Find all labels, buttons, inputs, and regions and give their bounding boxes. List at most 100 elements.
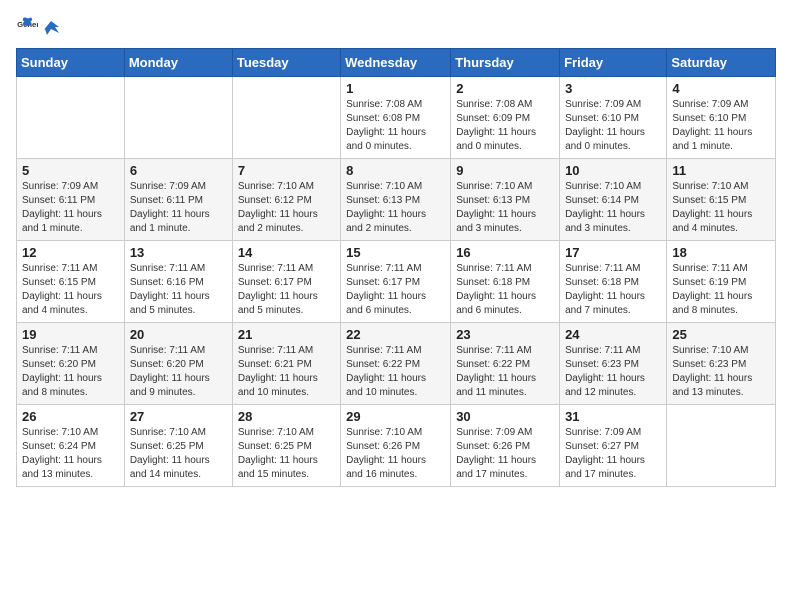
calendar-cell: 15 Sunrise: 7:11 AM Sunset: 6:17 PM Dayli… [341,241,451,323]
day-info: Sunrise: 7:09 AM Sunset: 6:11 PM Dayligh… [130,180,227,236]
calendar-cell: 3 Sunrise: 7:09 AM Sunset: 6:10 PM Daylig… [560,77,667,159]
day-number: 18 [672,245,770,260]
day-info: Sunrise: 7:11 AM Sunset: 6:15 PM Dayligh… [22,262,119,318]
day-number: 20 [130,327,227,342]
calendar-cell: 12 Sunrise: 7:11 AM Sunset: 6:15 PM Dayli… [17,241,125,323]
day-number: 21 [238,327,335,342]
day-number: 24 [565,327,661,342]
calendar-cell: 31 Sunrise: 7:09 AM Sunset: 6:27 PM Dayli… [560,405,667,487]
header-sunday: Sunday [17,49,125,77]
day-number: 22 [346,327,445,342]
calendar-cell: 29Sunrise: 7:10 AM Sunset: 6:26 PM Dayli… [341,405,451,487]
calendar-cell: 5 Sunrise: 7:09 AM Sunset: 6:11 PM Daylig… [17,159,125,241]
calendar-cell: 28 Sunrise: 7:10 AM Sunset: 6:25 PM Dayli… [232,405,340,487]
day-info: Sunrise: 7:11 AM Sunset: 6:17 PM Dayligh… [238,262,335,318]
day-number: 26 [22,409,119,424]
calendar-cell: 8 Sunrise: 7:10 AM Sunset: 6:13 PM Daylig… [341,159,451,241]
header-thursday: Thursday [451,49,560,77]
logo-icon: General [16,16,38,38]
day-info: Sunrise: 7:10 AM Sunset: 6:14 PM Dayligh… [565,180,661,236]
calendar-cell [232,77,340,159]
day-info: Sunrise: 7:11 AM Sunset: 6:18 PM Dayligh… [565,262,661,318]
day-info: Sunrise: 7:10 AM Sunset: 6:15 PM Dayligh… [672,180,770,236]
calendar-week-row: 5 Sunrise: 7:09 AM Sunset: 6:11 PM Daylig… [17,159,776,241]
calendar-cell: 25 Sunrise: 7:10 AM Sunset: 6:23 PM Dayli… [667,323,776,405]
header-tuesday: Tuesday [232,49,340,77]
day-number: 6 [130,163,227,178]
day-number: 31 [565,409,661,424]
day-number: 28 [238,409,335,424]
day-number: 9 [456,163,554,178]
day-info: Sunrise: 7:09 AM Sunset: 6:27 PM Dayligh… [565,426,661,482]
calendar-cell: 4 Sunrise: 7:09 AM Sunset: 6:10 PM Daylig… [667,77,776,159]
day-number: 2 [456,81,554,96]
logo-text [40,19,62,39]
calendar-cell: 17 Sunrise: 7:11 AM Sunset: 6:18 PM Dayli… [560,241,667,323]
day-info: Sunrise: 7:10 AM Sunset: 6:25 PM Dayligh… [130,426,227,482]
day-number: 17 [565,245,661,260]
day-info: Sunrise: 7:11 AM Sunset: 6:16 PM Dayligh… [130,262,227,318]
day-info: Sunrise: 7:09 AM Sunset: 6:11 PM Dayligh… [22,180,119,236]
day-info: Sunrise: 7:11 AM Sunset: 6:20 PM Dayligh… [130,344,227,400]
weekday-header-row: Sunday Monday Tuesday Wednesday Thursday… [17,49,776,77]
day-info: Sunrise: 7:11 AM Sunset: 6:17 PM Dayligh… [346,262,445,318]
day-info: Sunrise: 7:10 AM Sunset: 6:13 PM Dayligh… [346,180,445,236]
logo-bird-icon [41,19,61,39]
calendar-cell: 26 Sunrise: 7:10 AM Sunset: 6:24 PM Dayli… [17,405,125,487]
day-info: Sunrise: 7:10 AM Sunset: 6:25 PM Dayligh… [238,426,335,482]
calendar-cell: 7 Sunrise: 7:10 AM Sunset: 6:12 PM Daylig… [232,159,340,241]
header-saturday: Saturday [667,49,776,77]
calendar-week-row: 12 Sunrise: 7:11 AM Sunset: 6:15 PM Dayli… [17,241,776,323]
day-number: 10 [565,163,661,178]
day-info: Sunrise: 7:10 AM Sunset: 6:24 PM Dayligh… [22,426,119,482]
calendar-cell: 30 Sunrise: 7:09 AM Sunset: 6:26 PM Dayli… [451,405,560,487]
day-info: Sunrise: 7:10 AM Sunset: 6:23 PM Dayligh… [672,344,770,400]
day-number: 12 [22,245,119,260]
calendar-cell [667,405,776,487]
calendar-cell: 10 Sunrise: 7:10 AM Sunset: 6:14 PM Dayli… [560,159,667,241]
day-number: 23 [456,327,554,342]
logo: General [16,16,62,38]
day-number: 27 [130,409,227,424]
day-info: Sunrise: 7:09 AM Sunset: 6:10 PM Dayligh… [672,98,770,154]
calendar-cell [17,77,125,159]
day-number: 7 [238,163,335,178]
calendar-cell: 22 Sunrise: 7:11 AM Sunset: 6:22 PM Dayli… [341,323,451,405]
day-number: 3 [565,81,661,96]
day-number: 19 [22,327,119,342]
day-number: 8 [346,163,445,178]
calendar-cell: 6 Sunrise: 7:09 AM Sunset: 6:11 PM Daylig… [124,159,232,241]
calendar-cell: 20 Sunrise: 7:11 AM Sunset: 6:20 PM Dayli… [124,323,232,405]
day-number: 15 [346,245,445,260]
day-info: Sunrise: 7:11 AM Sunset: 6:20 PM Dayligh… [22,344,119,400]
calendar-cell: 14 Sunrise: 7:11 AM Sunset: 6:17 PM Dayli… [232,241,340,323]
calendar-cell: 18 Sunrise: 7:11 AM Sunset: 6:19 PM Dayli… [667,241,776,323]
calendar-cell: 13 Sunrise: 7:11 AM Sunset: 6:16 PM Dayli… [124,241,232,323]
calendar-cell: 16Sunrise: 7:11 AM Sunset: 6:18 PM Dayli… [451,241,560,323]
calendar-table: Sunday Monday Tuesday Wednesday Thursday… [16,48,776,487]
day-info: Sunrise: 7:08 AM Sunset: 6:08 PM Dayligh… [346,98,445,154]
day-info: Sunrise: 7:10 AM Sunset: 6:12 PM Dayligh… [238,180,335,236]
header-wednesday: Wednesday [341,49,451,77]
day-info: Sunrise: 7:11 AM Sunset: 6:18 PM Dayligh… [456,262,554,318]
day-number: 4 [672,81,770,96]
day-info: Sunrise: 7:09 AM Sunset: 6:26 PM Dayligh… [456,426,554,482]
day-number: 30 [456,409,554,424]
day-number: 1 [346,81,445,96]
day-number: 25 [672,327,770,342]
header-friday: Friday [560,49,667,77]
calendar-cell: 1 Sunrise: 7:08 AM Sunset: 6:08 PM Daylig… [341,77,451,159]
day-info: Sunrise: 7:11 AM Sunset: 6:21 PM Dayligh… [238,344,335,400]
day-info: Sunrise: 7:10 AM Sunset: 6:26 PM Dayligh… [346,426,445,482]
calendar-week-row: 19 Sunrise: 7:11 AM Sunset: 6:20 PM Dayli… [17,323,776,405]
day-number: 5 [22,163,119,178]
day-number: 14 [238,245,335,260]
day-info: Sunrise: 7:09 AM Sunset: 6:10 PM Dayligh… [565,98,661,154]
day-info: Sunrise: 7:11 AM Sunset: 6:19 PM Dayligh… [672,262,770,318]
day-info: Sunrise: 7:11 AM Sunset: 6:22 PM Dayligh… [346,344,445,400]
day-number: 13 [130,245,227,260]
page-header: General [16,16,776,38]
calendar-cell: 24 Sunrise: 7:11 AM Sunset: 6:23 PM Dayli… [560,323,667,405]
calendar-cell [124,77,232,159]
day-info: Sunrise: 7:11 AM Sunset: 6:23 PM Dayligh… [565,344,661,400]
